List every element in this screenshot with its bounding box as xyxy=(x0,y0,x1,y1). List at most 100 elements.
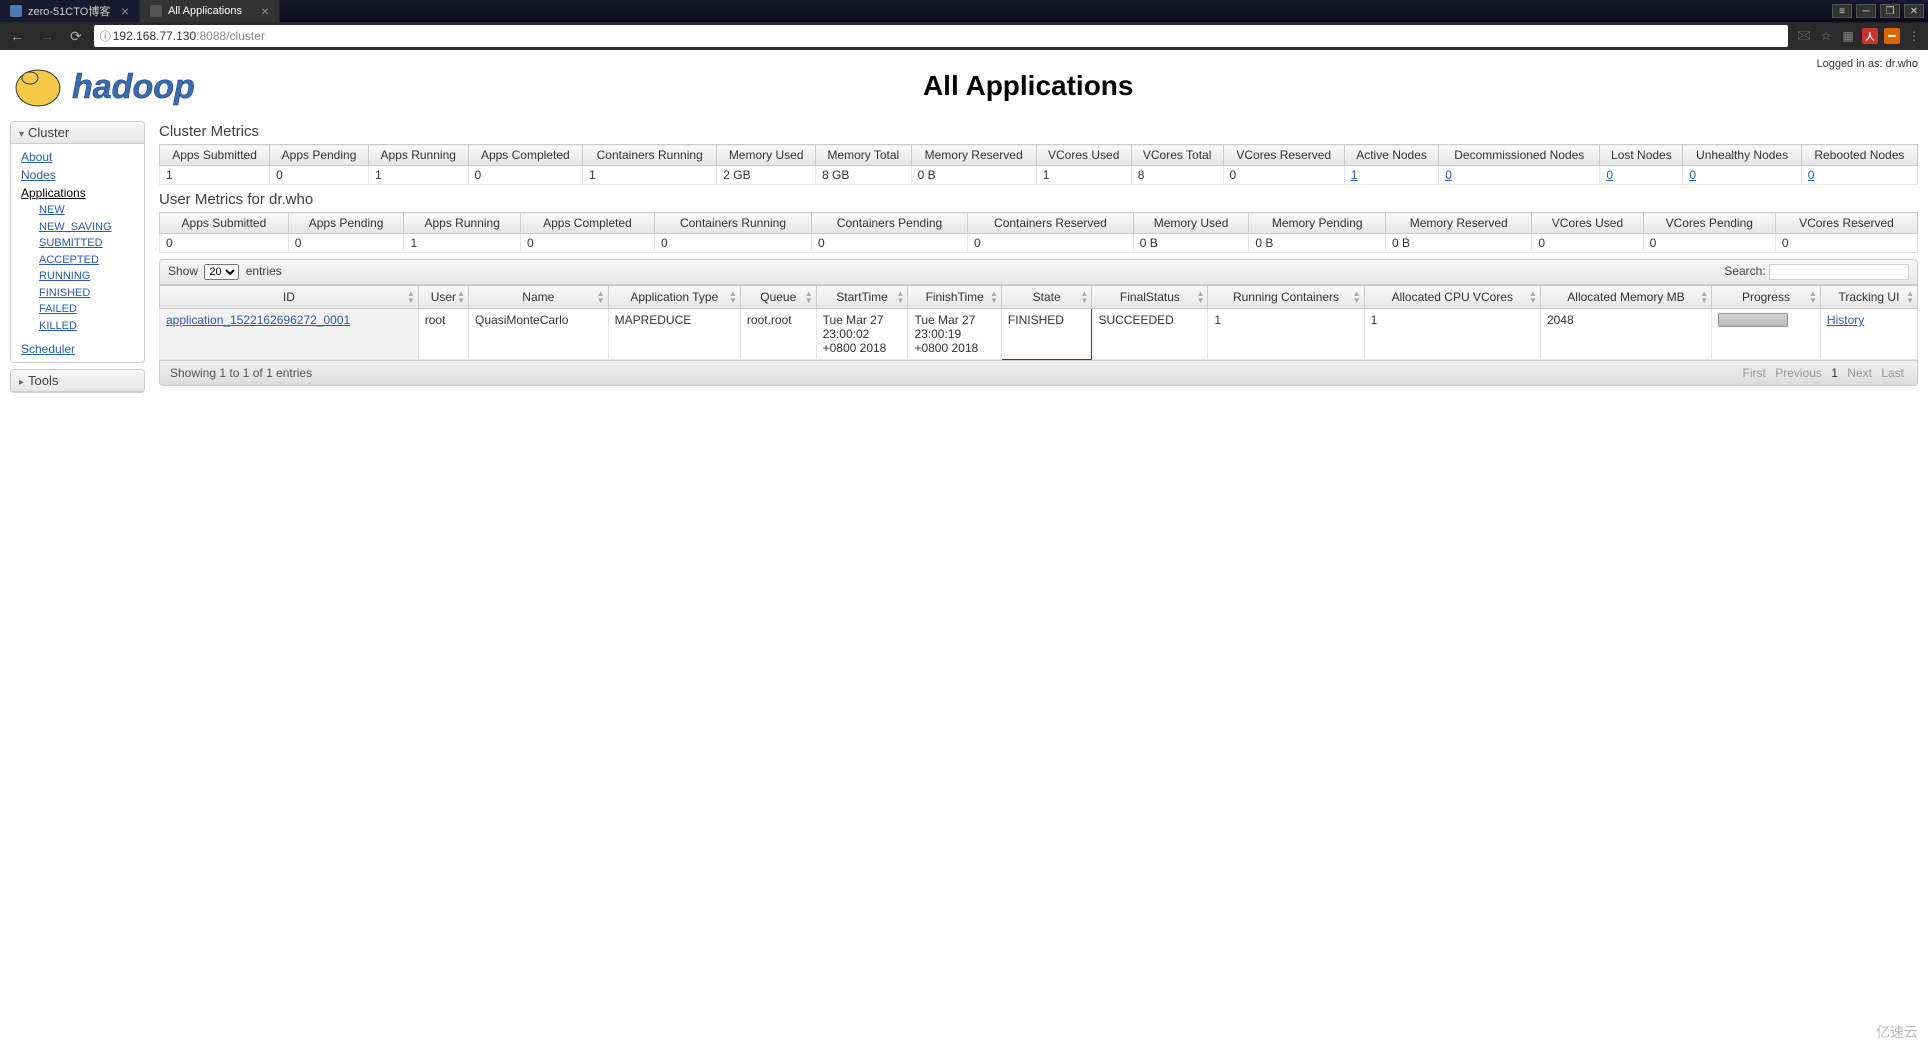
page-title: All Applications xyxy=(240,70,1816,102)
sort-icon xyxy=(990,290,998,304)
translate-icon[interactable]: 🖂 xyxy=(1796,28,1812,44)
cm-val: 1 xyxy=(160,166,270,185)
reload-button[interactable]: ⟳ xyxy=(66,28,86,45)
sidebar-state-accepted[interactable]: ACCEPTED xyxy=(39,252,134,269)
apps-col[interactable]: User xyxy=(418,286,468,309)
entries-label: entries xyxy=(246,264,282,278)
cm-link[interactable]: 0 xyxy=(1808,168,1815,182)
cm-link[interactable]: 0 xyxy=(1445,168,1452,182)
maximize-button[interactable]: ❐ xyxy=(1880,4,1900,18)
pager-prev[interactable]: Previous xyxy=(1775,366,1822,380)
cm-link[interactable]: 0 xyxy=(1689,168,1696,182)
sidebar-state-new[interactable]: NEW xyxy=(39,202,134,219)
cluster-metrics-table: Apps SubmittedApps PendingApps RunningAp… xyxy=(159,144,1918,185)
back-button[interactable]: ← xyxy=(6,28,28,44)
sidebar-state-finished[interactable]: FINISHED xyxy=(39,285,134,302)
browser-tab-0[interactable]: zero-51CTO博客 × xyxy=(0,0,140,22)
apps-col[interactable]: ID xyxy=(160,286,419,309)
close-icon[interactable]: × xyxy=(261,3,269,19)
datatable-footer: Showing 1 to 1 of 1 entries First Previo… xyxy=(159,360,1918,386)
sidebar-state-new_saving[interactable]: NEW_SAVING xyxy=(39,219,134,236)
watermark: 亿速云 xyxy=(1876,1022,1918,1042)
user-icon[interactable]: ≡ xyxy=(1832,4,1852,18)
cm-link[interactable]: 1 xyxy=(1351,168,1358,182)
page-size-select[interactable]: 20 xyxy=(204,264,239,280)
browser-tab-bar: zero-51CTO博客 × All Applications × ≡ ─ ❐ … xyxy=(0,0,1928,22)
apps-col[interactable]: Tracking UI xyxy=(1820,286,1917,309)
bookmark-icon[interactable]: ☆ xyxy=(1818,28,1834,44)
apps-col[interactable]: Allocated CPU VCores xyxy=(1364,286,1540,309)
apps-col[interactable]: Progress xyxy=(1712,286,1821,309)
tracking-link[interactable]: History xyxy=(1827,313,1864,327)
cm-val: 8 xyxy=(1131,166,1223,185)
sidebar-state-failed[interactable]: FAILED xyxy=(39,301,134,318)
tab-favicon xyxy=(10,5,22,17)
apps-col[interactable]: Application Type xyxy=(608,286,740,309)
hadoop-logo[interactable]: hadoop xyxy=(10,58,240,113)
cm-link[interactable]: 0 xyxy=(1606,168,1613,182)
cm-col: Memory Used xyxy=(717,145,816,166)
table-row: application_1522162696272_0001 root Quas… xyxy=(160,309,1918,360)
apps-col[interactable]: StartTime xyxy=(816,286,908,309)
tab-title: All Applications xyxy=(168,5,242,17)
sidebar-link-applications[interactable]: Applications xyxy=(21,184,134,202)
pager-next[interactable]: Next xyxy=(1847,366,1872,380)
info-icon[interactable]: ⓘ xyxy=(100,28,111,44)
sidebar-link-about[interactable]: About xyxy=(21,148,134,166)
cm-val: 0 xyxy=(1600,166,1683,185)
cm-col: VCores Total xyxy=(1131,145,1223,166)
um-col: Memory Used xyxy=(1133,213,1249,234)
sidebar-state-submitted[interactable]: SUBMITTED xyxy=(39,235,134,252)
browser-nav-bar: ← → ⟳ ⓘ 192.168.77.130:8088/cluster 🖂 ☆ … xyxy=(0,22,1928,50)
apps-col[interactable]: FinishTime xyxy=(908,286,1001,309)
um-val: 0 xyxy=(1643,234,1775,253)
cell-start: Tue Mar 27 23:00:02 +0800 2018 xyxy=(816,309,908,360)
extension-icon-2[interactable]: ━ xyxy=(1884,28,1900,44)
cm-val: 0 xyxy=(270,166,369,185)
um-col: VCores Used xyxy=(1532,213,1643,234)
browser-tab-1[interactable]: All Applications × xyxy=(140,0,280,22)
adobe-icon[interactable]: 人 xyxy=(1862,28,1878,44)
pager-current[interactable]: 1 xyxy=(1831,366,1838,380)
apps-col[interactable]: Name xyxy=(469,286,609,309)
sidebar-cluster-header[interactable]: Cluster xyxy=(11,122,144,144)
apps-col[interactable]: State xyxy=(1001,286,1092,309)
sidebar-tools-header[interactable]: Tools xyxy=(11,370,144,392)
cm-col: Memory Reserved xyxy=(911,145,1036,166)
um-val: 0 xyxy=(160,234,289,253)
sidebar-state-running[interactable]: RUNNING xyxy=(39,268,134,285)
apps-col[interactable]: Queue xyxy=(740,286,816,309)
cell-queue: root.root xyxy=(740,309,816,360)
cm-col: VCores Used xyxy=(1036,145,1131,166)
address-bar[interactable]: ⓘ 192.168.77.130:8088/cluster xyxy=(94,25,1788,47)
sort-icon xyxy=(597,290,605,304)
url-port: :8088 xyxy=(196,29,226,43)
application-id-link[interactable]: application_1522162696272_0001 xyxy=(166,313,350,327)
forward-button[interactable]: → xyxy=(36,28,58,44)
apps-col[interactable]: Running Containers xyxy=(1208,286,1364,309)
cell-finish: Tue Mar 27 23:00:19 +0800 2018 xyxy=(908,309,1001,360)
sidebar-link-scheduler[interactable]: Scheduler xyxy=(21,340,134,358)
search-input[interactable] xyxy=(1769,264,1909,280)
cm-col: Apps Running xyxy=(368,145,468,166)
sidebar-link-nodes[interactable]: Nodes xyxy=(21,166,134,184)
apps-col[interactable]: FinalStatus xyxy=(1092,286,1208,309)
cell-state: FINISHED xyxy=(1001,309,1092,360)
um-col: Apps Completed xyxy=(520,213,654,234)
close-icon[interactable]: × xyxy=(121,3,129,19)
sidebar-state-killed[interactable]: KILLED xyxy=(39,318,134,335)
menu-icon[interactable]: ⋮ xyxy=(1906,28,1922,44)
sort-icon xyxy=(897,290,905,304)
minimize-button[interactable]: ─ xyxy=(1856,4,1876,18)
apps-col[interactable]: Allocated Memory MB xyxy=(1540,286,1711,309)
cm-col: Containers Running xyxy=(583,145,717,166)
um-col: VCores Pending xyxy=(1643,213,1775,234)
cm-col: Decommissioned Nodes xyxy=(1439,145,1600,166)
close-window-button[interactable]: ✕ xyxy=(1904,4,1924,18)
cluster-metrics-header: Cluster Metrics xyxy=(159,123,1918,140)
extension-icon[interactable]: ▦ xyxy=(1840,28,1856,44)
url-path: /cluster xyxy=(226,29,265,43)
pager-first[interactable]: First xyxy=(1743,366,1766,380)
pager-last[interactable]: Last xyxy=(1881,366,1904,380)
cm-val: 0 xyxy=(1223,166,1344,185)
